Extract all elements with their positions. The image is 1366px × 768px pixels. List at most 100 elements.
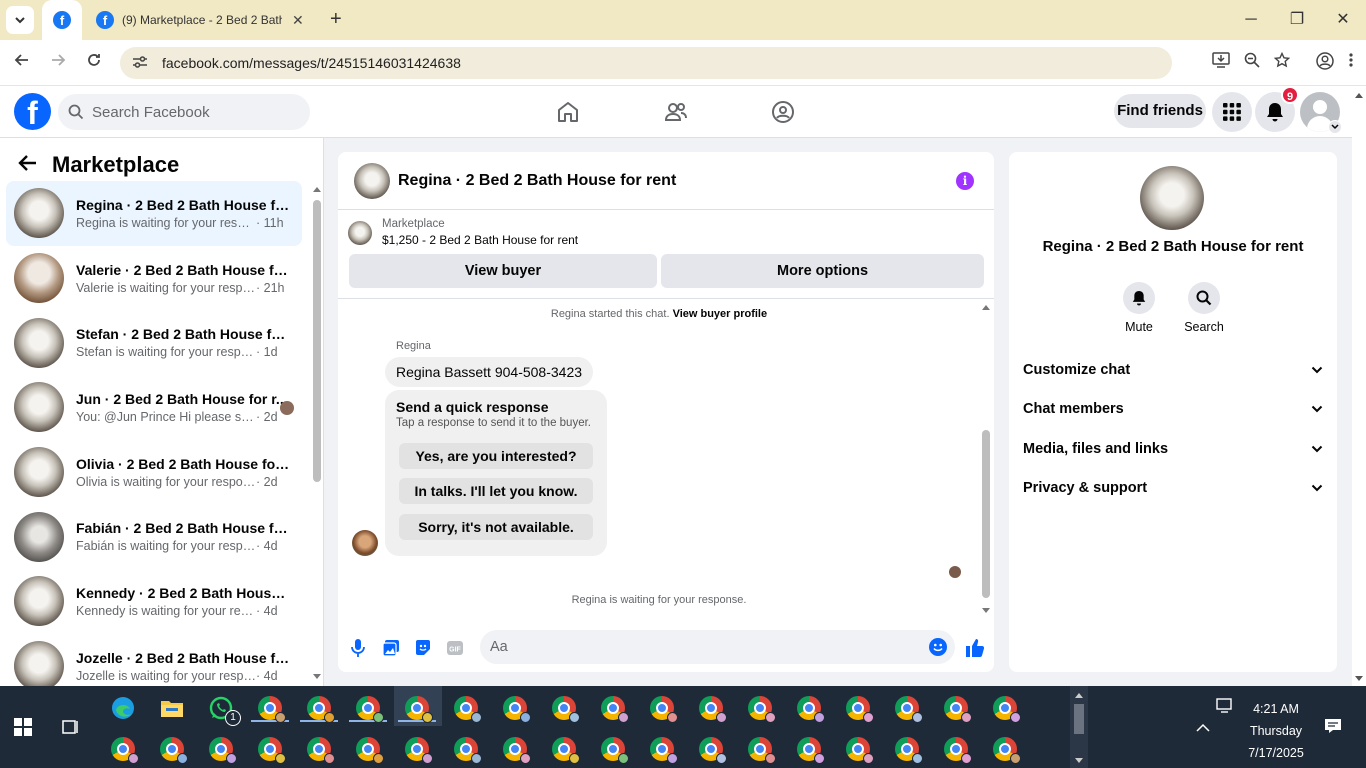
search-input[interactable] (92, 103, 292, 121)
message-input[interactable] (490, 639, 910, 655)
photo-icon[interactable] (380, 637, 402, 659)
chrome-profile-icon[interactable] (993, 696, 1021, 723)
view-buyer-button[interactable]: View buyer (349, 254, 657, 288)
tab-close-icon[interactable]: ✕ (292, 12, 304, 29)
privacy-support-section[interactable]: Privacy & support (1023, 469, 1323, 507)
quick-reply-in-talks[interactable]: In talks. I'll let you know. (399, 478, 593, 504)
profile-icon[interactable] (1316, 52, 1334, 75)
conversation-item-fabian[interactable]: Fabián · 2 Bed 2 Bath House for ... Fabi… (6, 504, 302, 569)
gif-icon[interactable]: GIF (444, 637, 466, 659)
chrome-profile-icon[interactable] (503, 696, 531, 723)
chrome-profile-icon[interactable] (944, 737, 972, 764)
reload-icon[interactable] (86, 52, 102, 73)
chat-members-section[interactable]: Chat members (1023, 390, 1323, 428)
omnibox[interactable]: facebook.com/messages/t/2451514603142463… (120, 47, 1172, 79)
mute-button[interactable]: Mute (1109, 282, 1169, 334)
listing-large-thumbnail[interactable] (1140, 166, 1204, 230)
whatsapp-icon[interactable]: 1 (209, 696, 241, 726)
system-clock[interactable]: 4:21 AM Thursday 7/17/2025 (1236, 698, 1316, 764)
chrome-profile-icon[interactable] (944, 696, 972, 723)
chrome-profile-icon[interactable] (454, 737, 482, 764)
close-window-button[interactable]: ✕ (1320, 0, 1366, 40)
chat-listing-thumbnail[interactable] (354, 162, 390, 199)
chrome-profile-icon[interactable] (405, 696, 433, 723)
search-conversation-button[interactable]: Search (1174, 282, 1234, 334)
chrome-profile-icon[interactable] (699, 696, 727, 723)
scrollbar-thumb[interactable] (313, 200, 321, 482)
home-nav-icon[interactable] (548, 96, 588, 128)
message-bubble[interactable]: Regina Bassett 904-508-3423 (385, 357, 594, 387)
sender-avatar[interactable] (352, 530, 378, 556)
listing-info[interactable]: Marketplace $1,250 - 2 Bed 2 Bath House … (348, 218, 578, 247)
scrollbar-thumb[interactable] (982, 430, 990, 598)
chrome-profile-icon[interactable] (307, 737, 335, 764)
view-buyer-profile-link[interactable]: View buyer profile (673, 308, 768, 320)
tab-search-button[interactable] (6, 6, 34, 34)
emoji-icon[interactable] (929, 638, 947, 656)
chrome-profile-icon[interactable] (895, 737, 923, 764)
customize-chat-section[interactable]: Customize chat (1023, 351, 1323, 389)
chrome-profile-icon[interactable] (797, 696, 825, 723)
conversation-item-jun[interactable]: Jun · 2 Bed 2 Bath House for r... You: @… (6, 375, 302, 440)
install-app-icon[interactable] (1212, 52, 1230, 75)
conversation-item-olivia[interactable]: Olivia · 2 Bed 2 Bath House for r... Oli… (6, 440, 302, 505)
notification-center-icon[interactable] (1324, 718, 1342, 739)
browser-menu-icon[interactable] (1348, 52, 1354, 75)
task-view-icon[interactable] (62, 718, 80, 741)
menu-grid-button[interactable] (1212, 92, 1252, 132)
notifications-button[interactable]: 9 (1255, 86, 1299, 132)
chrome-profile-icon[interactable] (307, 696, 335, 723)
minimize-button[interactable]: ─ (1228, 0, 1274, 40)
chrome-profile-icon[interactable] (601, 737, 629, 764)
sidebar-scrollbar[interactable] (312, 186, 322, 680)
account-avatar-button[interactable] (1300, 92, 1342, 134)
conversation-item-kennedy[interactable]: Kennedy · 2 Bed 2 Bath House f... Kenned… (6, 569, 302, 634)
chrome-profile-icon[interactable] (601, 696, 629, 723)
friends-nav-icon[interactable] (656, 96, 696, 128)
page-scrollbar[interactable] (1352, 86, 1366, 686)
chrome-profile-icon[interactable] (552, 737, 580, 764)
back-arrow-icon[interactable] (14, 52, 30, 73)
info-icon[interactable]: i (956, 172, 974, 190)
chrome-profile-icon[interactable] (993, 737, 1021, 764)
message-input-box[interactable] (480, 630, 955, 664)
tab-facebook-pinned[interactable]: f (42, 0, 82, 40)
chrome-profile-icon[interactable] (356, 737, 384, 764)
chrome-profile-icon[interactable] (503, 737, 531, 764)
new-tab-button[interactable]: + (330, 8, 342, 31)
windows-start-icon[interactable] (14, 718, 32, 741)
groups-nav-icon[interactable] (763, 96, 803, 128)
chrome-profile-icon[interactable] (846, 737, 874, 764)
chrome-profile-icon[interactable] (846, 696, 874, 723)
taskbar-scrollbar[interactable] (1070, 686, 1088, 768)
thumbs-up-icon[interactable] (964, 637, 986, 659)
chrome-profile-icon[interactable] (748, 696, 776, 723)
zoom-icon[interactable] (1244, 52, 1260, 75)
tab-marketplace[interactable]: f (9) Marketplace - 2 Bed 2 Bath House ✕ (92, 0, 320, 40)
chrome-profile-icon[interactable] (748, 737, 776, 764)
chrome-profile-icon[interactable] (650, 696, 678, 723)
edge-icon[interactable] (111, 696, 135, 720)
chrome-profile-icon[interactable] (650, 737, 678, 764)
chat-title[interactable]: Regina · 2 Bed 2 Bath House for rent (398, 172, 676, 190)
conversation-item-valerie[interactable]: Valerie · 2 Bed 2 Bath House for ... Val… (6, 246, 302, 311)
chrome-profile-icon[interactable] (258, 696, 286, 723)
forward-arrow-icon[interactable] (50, 52, 66, 73)
chrome-profile-icon[interactable] (552, 696, 580, 723)
chevron-up-icon[interactable] (1196, 720, 1210, 738)
maximize-button[interactable]: ❐ (1274, 0, 1320, 40)
conversation-item-jozelle[interactable]: Jozelle · 2 Bed 2 Bath House for ... Joz… (6, 634, 302, 686)
conversation-item-regina[interactable]: Regina · 2 Bed 2 Bath House for... Regin… (6, 181, 302, 246)
chrome-profile-icon[interactable] (699, 737, 727, 764)
chrome-profile-icon[interactable] (797, 737, 825, 764)
chrome-profile-icon[interactable] (356, 696, 384, 723)
chrome-profile-icon[interactable] (405, 737, 433, 764)
chat-scrollbar[interactable] (979, 300, 993, 614)
bookmark-star-icon[interactable] (1273, 51, 1291, 75)
chrome-profile-icon[interactable] (258, 737, 286, 764)
chrome-profile-icon[interactable] (895, 696, 923, 723)
sticker-icon[interactable] (412, 637, 434, 659)
conversation-item-stefan[interactable]: Stefan · 2 Bed 2 Bath House for ... Stef… (6, 310, 302, 375)
back-arrow-icon[interactable] (18, 154, 38, 177)
microphone-icon[interactable] (347, 637, 369, 659)
